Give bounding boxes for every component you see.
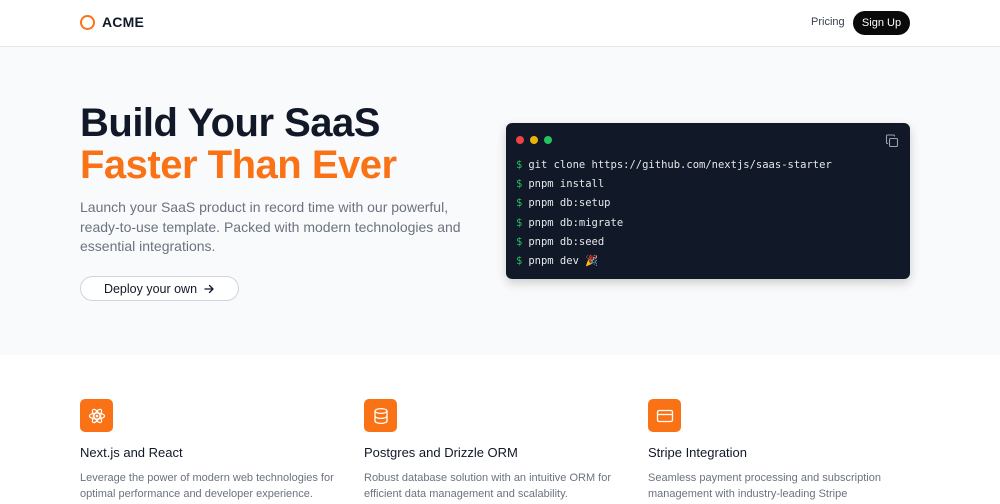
feature-nextjs: Next.js and React Leverage the power of … bbox=[80, 399, 350, 502]
deploy-button[interactable]: Deploy your own bbox=[80, 276, 239, 301]
hero-title-line-2: Faster Than Ever bbox=[80, 143, 397, 187]
maximize-dot-icon bbox=[544, 136, 552, 144]
arrow-right-icon bbox=[204, 284, 214, 293]
terminal-line: $ pnpm db:migrate bbox=[516, 216, 624, 229]
credit-card-icon bbox=[648, 399, 681, 432]
feature-title: Postgres and Drizzle ORM bbox=[364, 445, 518, 460]
feature-title: Stripe Integration bbox=[648, 445, 748, 460]
feature-description: Leverage the power of modern web technol… bbox=[80, 472, 334, 500]
terminal-line: $ pnpm db:setup bbox=[516, 197, 611, 210]
close-dot-icon bbox=[516, 136, 524, 144]
pricing-link[interactable]: Pricing bbox=[811, 16, 845, 28]
terminal-line: $ pnpm db:seed bbox=[516, 235, 605, 248]
hero-title-line-1: Build Your SaaS bbox=[80, 101, 380, 145]
feature-stripe: Stripe Integration Seamless payment proc… bbox=[648, 399, 918, 502]
terminal-line: $ git clone https://github.com/nextjs/saa… bbox=[516, 159, 832, 171]
feature-description: Robust database solution with an intuiti… bbox=[364, 472, 612, 500]
hero-title: Build Your SaaS Faster Than Ever bbox=[80, 102, 397, 186]
deploy-button-label: Deploy your own bbox=[103, 281, 198, 296]
minimize-dot-icon bbox=[530, 136, 538, 144]
feature-description: Seamless payment processing and subscrip… bbox=[648, 472, 881, 500]
terminal-line: $ pnpm install bbox=[516, 178, 605, 191]
navbar: ACME Pricing Sign Up bbox=[0, 0, 1000, 47]
hero-description: Launch your SaaS product in record time … bbox=[80, 199, 461, 254]
sign-up-button[interactable]: Sign Up bbox=[853, 11, 910, 35]
react-atom-icon bbox=[80, 399, 113, 432]
window-controls bbox=[516, 136, 552, 144]
brand-name: ACME bbox=[102, 14, 145, 30]
features-section: Next.js and React Leverage the power of … bbox=[0, 355, 1000, 504]
logo[interactable]: ACME bbox=[80, 14, 144, 30]
copy-icon[interactable] bbox=[885, 134, 899, 148]
database-icon bbox=[364, 399, 397, 432]
feature-title: Next.js and React bbox=[80, 445, 183, 460]
feature-postgres: Postgres and Drizzle ORM Robust database… bbox=[364, 399, 634, 502]
hero-section: Build Your SaaS Faster Than Ever Launch … bbox=[0, 47, 1000, 355]
terminal-commands: $ git clone https://github.com/nextjs/saa… bbox=[516, 156, 832, 271]
terminal-line: $ pnpm dev 🎉 bbox=[516, 254, 599, 267]
terminal-window: $ git clone https://github.com/nextjs/saa… bbox=[506, 123, 910, 279]
logo-circle-icon bbox=[80, 14, 95, 30]
